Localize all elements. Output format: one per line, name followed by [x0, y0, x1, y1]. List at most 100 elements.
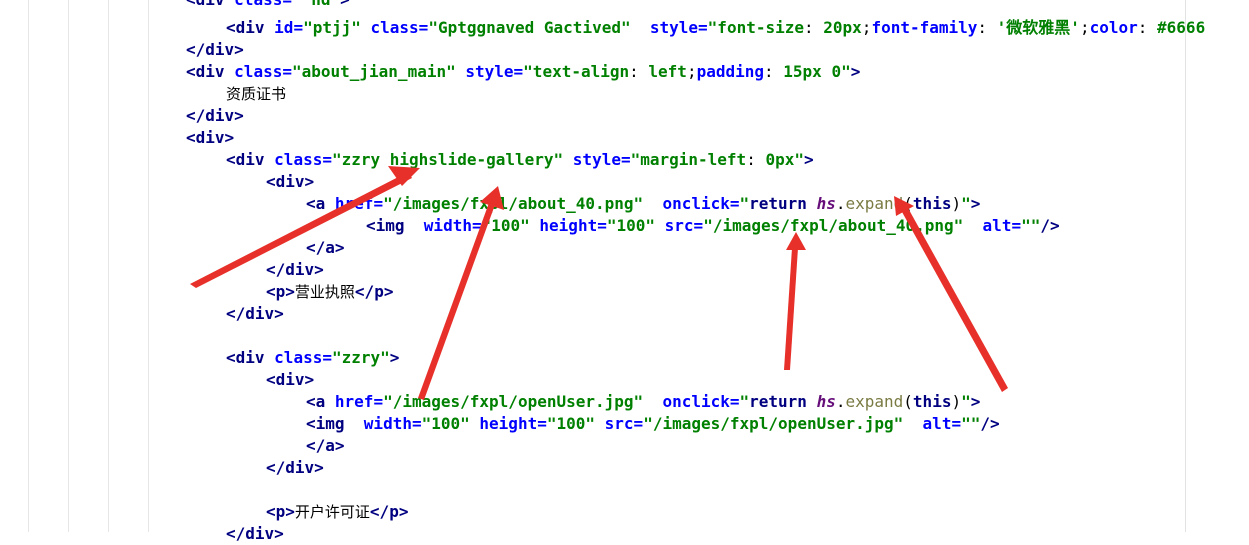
code-token: </div>: [226, 304, 284, 323]
code-line[interactable]: 资质证书: [226, 83, 286, 105]
code-token: width=: [423, 216, 482, 235]
code-token: alt=: [922, 414, 962, 433]
code-token: <div: [186, 62, 235, 81]
code-token: (: [903, 392, 913, 411]
code-token: left: [648, 62, 687, 81]
code-token: 资质证书: [226, 85, 287, 103]
code-token: "": [961, 414, 981, 433]
code-token: <img: [306, 414, 364, 433]
code-line[interactable]: <div id="ptjj" class="Gptggnaved Gactive…: [226, 17, 1205, 39]
code-line[interactable]: <a href="/images/fxpl/about_40.png" oncl…: [306, 193, 980, 215]
code-token: "/images/fxpl/openUser.jpg": [383, 392, 644, 411]
code-line[interactable]: <p>营业执照</p>: [266, 281, 393, 303]
code-token: "100": [606, 216, 656, 235]
code-token: this: [912, 392, 952, 411]
code-token: >: [340, 0, 350, 9]
code-token: </a>: [306, 238, 345, 257]
code-token: ): [951, 392, 962, 411]
code-token: style=: [465, 62, 524, 81]
code-token: #6666: [1157, 18, 1206, 37]
code-token: "text-align: [523, 62, 630, 81]
code-line[interactable]: <img width="100" height="100" src="/imag…: [306, 413, 1000, 435]
code-line[interactable]: <div class="about_jian_main" style="text…: [186, 61, 860, 83]
code-token: :: [629, 62, 649, 81]
code-token: ": [841, 62, 851, 81]
code-token: </div>: [266, 260, 324, 279]
code-line[interactable]: </div>: [226, 303, 284, 325]
code-token: "zzry highslide-gallery": [331, 150, 564, 169]
code-token: <p>: [266, 502, 295, 521]
code-token: "about_jian_main": [291, 62, 456, 81]
code-token: ): [951, 194, 962, 213]
code-token: "100": [546, 414, 596, 433]
code-token: hs: [816, 392, 836, 411]
code-token: expand: [845, 392, 904, 411]
code-token: hs: [816, 194, 836, 213]
code-token: <div: [226, 18, 275, 37]
code-token: <div>: [266, 370, 315, 389]
code-token: padding: [696, 62, 765, 81]
code-token: ;: [686, 62, 697, 81]
code-token: font-family: [871, 18, 978, 37]
code-token: id=: [274, 18, 304, 37]
code-token: :: [977, 18, 997, 37]
code-token: '微软雅黑': [996, 18, 1080, 37]
code-token: alt=: [982, 216, 1022, 235]
code-token: <img: [366, 216, 424, 235]
code-line[interactable]: </a>: [306, 435, 345, 457]
code-line[interactable]: </div>: [226, 523, 284, 545]
code-token: href=: [334, 392, 384, 411]
code-editor[interactable]: <div class=" hd"> <div id="ptjj" class="G…: [0, 0, 1249, 543]
code-line[interactable]: <img width="100" height="100" src="/imag…: [366, 215, 1060, 237]
code-token: height=: [479, 414, 547, 433]
code-line[interactable]: </div>: [186, 39, 244, 61]
code-line[interactable]: </div>: [266, 259, 324, 281]
code-token: <div: [226, 150, 275, 169]
code-token: style=: [572, 150, 631, 169]
code-token: :: [764, 62, 784, 81]
code-line[interactable]: </div>: [186, 105, 244, 127]
code-token: </p>: [354, 282, 394, 301]
code-token: </a>: [306, 436, 345, 455]
code-token: "": [1021, 216, 1041, 235]
code-token: expand: [845, 194, 904, 213]
code-line[interactable]: </a>: [306, 237, 345, 259]
code-token: :: [746, 150, 766, 169]
code-line[interactable]: <div>: [266, 369, 314, 391]
code-token: "/images/fxpl/openUser.jpg": [643, 414, 904, 433]
code-token: >: [970, 392, 981, 411]
code-token: 15px 0: [783, 62, 842, 81]
code-line[interactable]: <div>: [186, 127, 234, 149]
code-line[interactable]: <div class=" hd">: [186, 0, 350, 11]
code-token: </div>: [186, 106, 244, 125]
code-token: <a: [306, 392, 335, 411]
code-token: 0px: [765, 150, 795, 169]
code-line[interactable]: <div>: [266, 171, 314, 193]
code-token: ": [961, 194, 971, 213]
code-token: "zzry": [331, 348, 390, 367]
code-token: height=: [539, 216, 607, 235]
code-token: href=: [334, 194, 384, 213]
code-token: <div>: [266, 172, 315, 191]
code-token: class=: [234, 0, 292, 9]
code-token: >: [389, 348, 400, 367]
code-line[interactable]: <div class="zzry highslide-gallery" styl…: [226, 149, 814, 171]
code-token: "100": [481, 216, 530, 235]
code-line[interactable]: </div>: [266, 457, 324, 479]
code-line[interactable]: <p>开户许可证</p>: [266, 501, 408, 523]
code-token: src=: [604, 414, 644, 433]
code-token: "100": [421, 414, 470, 433]
code-line[interactable]: <div class="zzry">: [226, 347, 399, 369]
code-token: src=: [664, 216, 704, 235]
code-token: :: [1137, 18, 1158, 37]
code-token: "font-size: [707, 18, 804, 37]
code-line[interactable]: <a href="/images/fxpl/openUser.jpg" oncl…: [306, 391, 980, 413]
code-token: "margin-left: [630, 150, 747, 169]
